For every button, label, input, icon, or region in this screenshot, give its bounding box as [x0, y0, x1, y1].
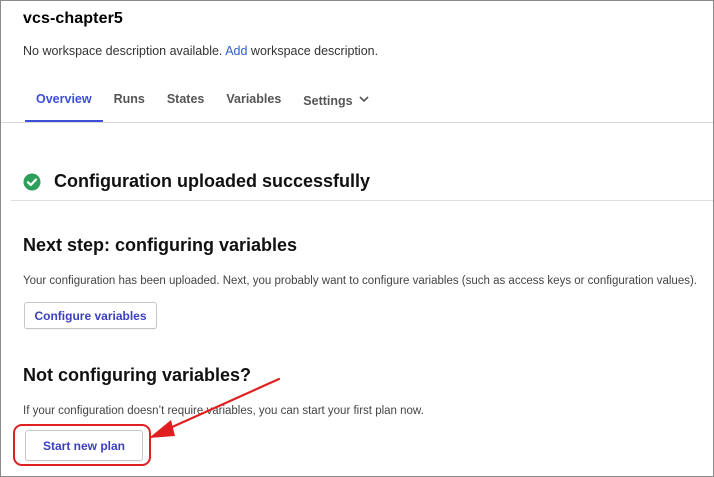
- check-circle-icon: [23, 173, 41, 190]
- workspace-title: vcs-chapter5: [23, 10, 123, 27]
- tab-overview[interactable]: Overview: [25, 81, 103, 123]
- status-title: Configuration uploaded successfully: [54, 171, 371, 191]
- configure-variables-button[interactable]: Configure variables: [24, 302, 157, 329]
- tab-settings[interactable]: Settings: [292, 81, 379, 123]
- next-step-heading: Next step: configuring variables: [23, 235, 298, 255]
- annotation-highlight-ring: [13, 424, 151, 466]
- chevron-down-icon: [359, 92, 369, 106]
- tab-settings-label: Settings: [303, 94, 353, 108]
- annotation-arrow-icon: [149, 377, 281, 438]
- workspace-description-suffix: workspace description.: [247, 44, 379, 58]
- add-description-link[interactable]: Add: [225, 44, 247, 58]
- workspace-page: vcs-chapter5 No workspace description av…: [0, 0, 714, 477]
- workspace-description: No workspace description available. Add …: [23, 44, 378, 58]
- next-step-text: Your configuration has been uploaded. Ne…: [23, 275, 697, 287]
- status-divider: [11, 200, 713, 201]
- workspace-description-prefix: No workspace description available.: [23, 44, 226, 58]
- tab-states[interactable]: States: [156, 81, 216, 123]
- workspace-tabs: Overview Runs States Variables Settings: [25, 81, 380, 123]
- tab-runs[interactable]: Runs: [103, 81, 156, 123]
- tab-variables[interactable]: Variables: [215, 81, 292, 123]
- upload-status: Configuration uploaded successfully: [23, 171, 370, 192]
- tabs-divider: [1, 122, 713, 123]
